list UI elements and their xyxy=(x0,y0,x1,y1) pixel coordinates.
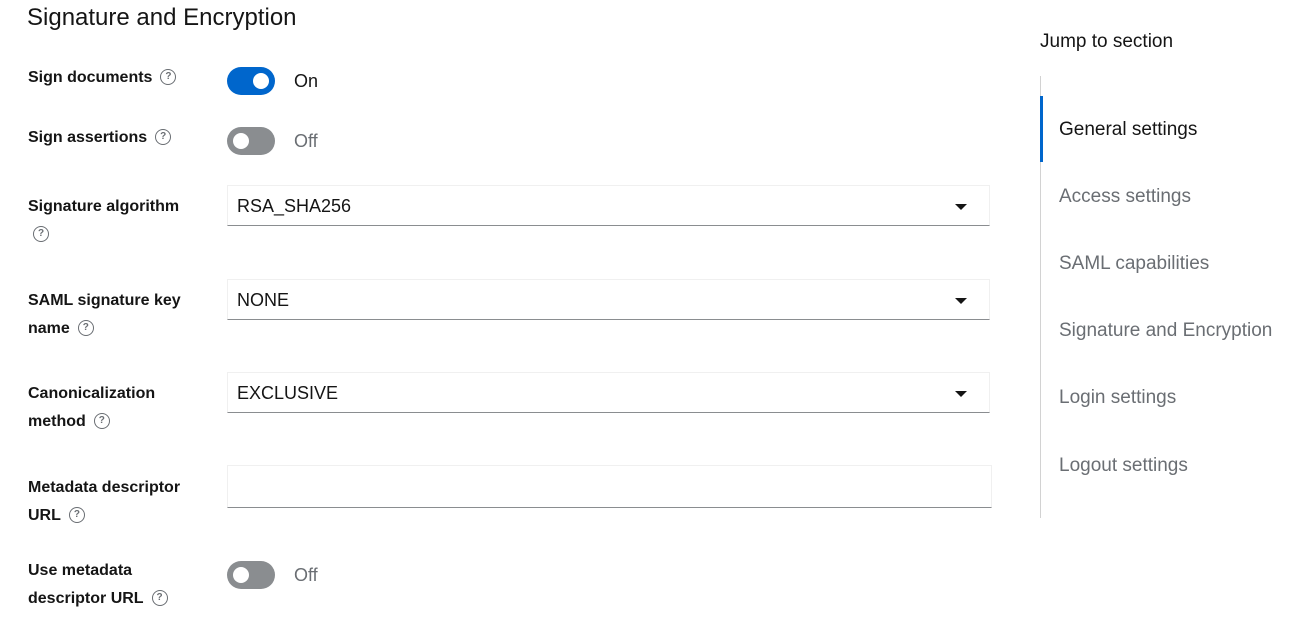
switch-knob xyxy=(233,133,249,149)
sign-assertions-state: Off xyxy=(294,130,318,151)
sign-documents-state: On xyxy=(294,70,319,91)
jump-link-general-settings[interactable]: General settings xyxy=(1059,119,1197,141)
sign-assertions-toggle: Off xyxy=(227,127,318,155)
saml-signature-key-name-select[interactable]: NONE xyxy=(227,279,990,320)
use-metadata-descriptor-url-label-text: Use metadata descriptor URL xyxy=(28,562,144,607)
sign-documents-label-text: Sign documents xyxy=(28,69,153,86)
jump-to-section-nav: General settings Access settings SAML ca… xyxy=(1040,76,1289,518)
signature-algorithm-label: Signature algorithm? xyxy=(28,193,198,249)
use-metadata-descriptor-url-toggle: Off xyxy=(227,561,318,589)
sign-assertions-label: Sign assertions? xyxy=(28,124,218,152)
jump-link-access-settings[interactable]: Access settings xyxy=(1059,186,1191,208)
jump-link-logout-settings[interactable]: Logout settings xyxy=(1059,455,1188,477)
sign-documents-switch[interactable] xyxy=(227,67,275,95)
caret-down-icon xyxy=(955,204,967,210)
use-metadata-descriptor-url-switch[interactable] xyxy=(227,561,275,589)
help-icon[interactable]: ? xyxy=(155,128,172,145)
use-metadata-descriptor-url-label: Use metadata descriptor URL? xyxy=(28,557,178,613)
jump-link-login-settings[interactable]: Login settings xyxy=(1059,387,1176,409)
help-icon[interactable]: ? xyxy=(77,319,94,336)
switch-knob xyxy=(233,567,249,583)
jump-to-section-title: Jump to section xyxy=(1040,31,1174,52)
canonicalization-method-value: EXCLUSIVE xyxy=(237,383,339,403)
signature-algorithm-select[interactable]: RSA_SHA256 xyxy=(227,185,990,226)
sign-assertions-label-text: Sign assertions xyxy=(28,129,148,146)
jump-link-signature-and-encryption[interactable]: Signature and Encryption xyxy=(1059,320,1272,342)
canonicalization-method-select[interactable]: EXCLUSIVE xyxy=(227,372,990,413)
use-metadata-descriptor-url-state: Off xyxy=(294,564,318,585)
help-icon[interactable]: ? xyxy=(160,68,177,85)
help-icon[interactable]: ? xyxy=(68,506,85,523)
canonicalization-method-label-text: Canonicalization method xyxy=(28,385,156,430)
sign-assertions-switch[interactable] xyxy=(227,127,275,155)
caret-down-icon xyxy=(955,391,967,397)
saml-signature-key-name-value: NONE xyxy=(237,290,290,310)
metadata-descriptor-url-label-text: Metadata descriptor URL xyxy=(28,479,181,524)
metadata-descriptor-url-input[interactable] xyxy=(227,465,992,508)
active-section-indicator xyxy=(1040,96,1043,162)
jump-link-saml-capabilities[interactable]: SAML capabilities xyxy=(1059,253,1209,275)
signature-algorithm-label-text: Signature algorithm xyxy=(28,198,180,215)
sign-documents-label: Sign documents? xyxy=(28,64,218,92)
canonicalization-method-label: Canonicalization method? xyxy=(28,380,178,436)
help-icon[interactable]: ? xyxy=(151,589,168,606)
help-icon[interactable]: ? xyxy=(33,225,49,242)
signature-algorithm-value: RSA_SHA256 xyxy=(237,196,352,216)
caret-down-icon xyxy=(955,298,967,304)
page: Signature and Encryption Sign documents?… xyxy=(0,0,1289,624)
sign-documents-toggle: On xyxy=(227,67,318,95)
switch-knob xyxy=(253,73,269,89)
section-title: Signature and Encryption xyxy=(27,4,297,31)
help-icon[interactable]: ? xyxy=(93,412,110,429)
metadata-descriptor-url-label: Metadata descriptor URL? xyxy=(28,474,198,530)
saml-signature-key-name-label: SAML signature key name? xyxy=(28,287,193,343)
saml-signature-key-name-label-text: SAML signature key name xyxy=(28,292,181,337)
